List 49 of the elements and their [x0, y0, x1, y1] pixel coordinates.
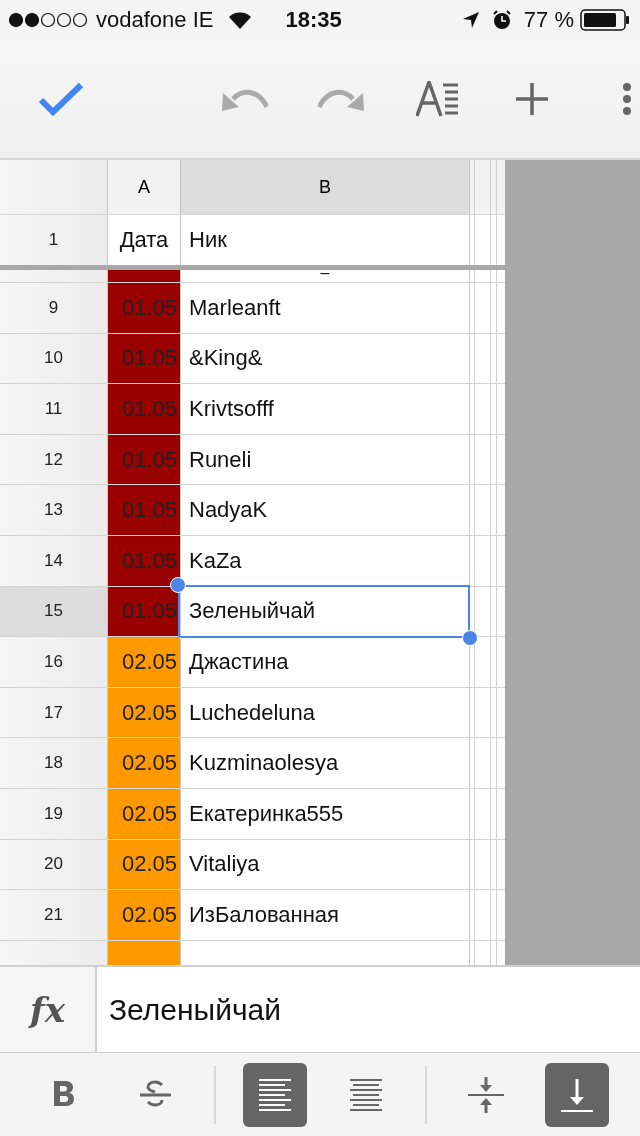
row-header[interactable]: 16	[0, 637, 108, 687]
signal-icon	[8, 12, 90, 28]
more-menu-button[interactable]	[622, 82, 632, 116]
date-cell: 02.05	[108, 687, 181, 738]
text-format-button[interactable]	[416, 81, 460, 117]
row-header[interactable]: 14	[0, 535, 108, 586]
column-header[interactable]: B	[181, 160, 470, 214]
date-cell: 02.05	[108, 788, 181, 839]
date-cell: 01.05	[108, 586, 181, 637]
date-cell: 01.05	[108, 434, 181, 485]
row-header[interactable]: 17	[0, 687, 108, 738]
row-header[interactable]: 19	[0, 788, 108, 839]
formula-input-field[interactable]: Зеленыйчай	[97, 967, 640, 1052]
date-cell: 01.05	[108, 384, 181, 434]
date-cell: 01.05	[108, 535, 181, 586]
battery-percent: 77 %	[523, 7, 574, 33]
location-arrow-icon	[461, 11, 480, 29]
text-format-icon	[416, 81, 460, 117]
row-header[interactable]: 10	[0, 333, 108, 384]
date-cell: 02.05	[108, 738, 181, 788]
add-button[interactable]	[515, 82, 549, 116]
valign-bottom-button[interactable]	[544, 1062, 609, 1127]
date-cell: 01.05	[108, 283, 181, 333]
function-icon: fx	[30, 989, 65, 1030]
date-cell: 02.05	[108, 890, 181, 940]
carrier-name: vodafone IE	[96, 7, 214, 33]
row-header[interactable]: 12	[0, 434, 108, 485]
clock-time: 18:35	[285, 7, 342, 33]
row-header[interactable]: 21	[0, 890, 108, 940]
plus-icon	[515, 82, 549, 116]
date-cell: 02.05	[108, 839, 181, 890]
done-button[interactable]	[38, 82, 84, 116]
date-cell: 02.05	[108, 637, 181, 687]
date-cell: 01.05	[108, 485, 181, 535]
row-header[interactable]: 1	[0, 215, 108, 265]
row-header[interactable]: 18	[0, 738, 108, 788]
more-vertical-icon	[622, 82, 632, 116]
row-header[interactable]: 9	[0, 283, 108, 333]
alarm-clock-icon	[491, 10, 512, 30]
checkmark-icon	[38, 82, 84, 116]
date-cell: 01.05	[108, 333, 181, 384]
row-header[interactable]: 15	[0, 586, 108, 637]
wifi-icon	[227, 10, 254, 30]
row-header[interactable]: 11	[0, 384, 108, 434]
row-header[interactable]: 20	[0, 839, 108, 890]
battery-icon	[580, 9, 630, 31]
align-left-button[interactable]	[242, 1062, 307, 1127]
column-header[interactable]: A	[108, 160, 181, 214]
row-header[interactable]: 13	[0, 485, 108, 535]
